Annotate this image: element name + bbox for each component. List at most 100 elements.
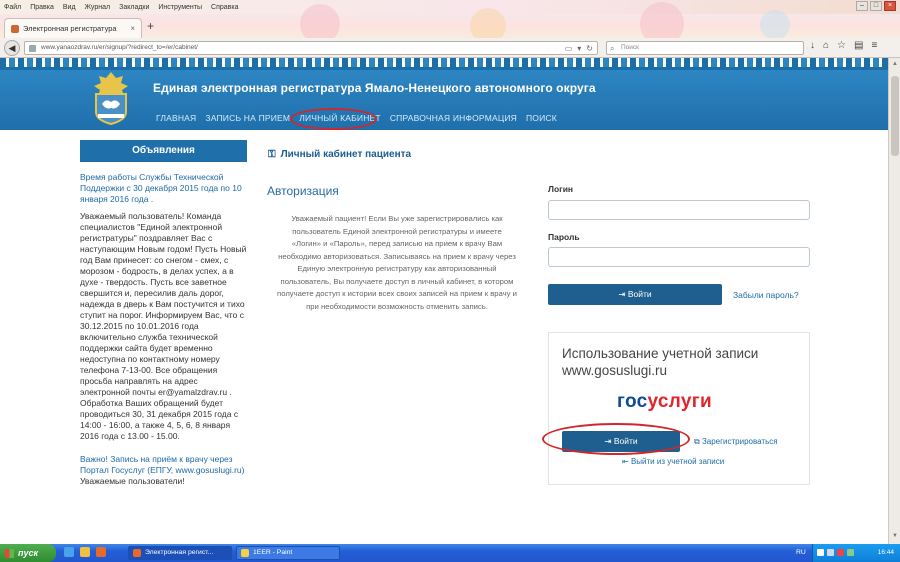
scroll-up-icon[interactable]: ▲ (891, 61, 899, 69)
external-link-icon: ⧉ (694, 437, 700, 446)
nav-appointment[interactable]: ЗАПИСЬ НА ПРИЕМ (205, 113, 290, 123)
password-field[interactable] (548, 247, 810, 267)
clock[interactable]: 16:44 (878, 544, 894, 562)
menu-hamburger-icon[interactable]: ≡ (871, 40, 877, 51)
menu-file[interactable]: Файл (4, 4, 21, 11)
url-text: www.yanaozdrav.ru/er/signup/?redirect_to… (41, 44, 198, 51)
menu-history[interactable]: Журнал (85, 4, 111, 11)
favicon-icon (11, 24, 19, 33)
start-button[interactable]: пуск (0, 544, 56, 562)
scroll-thumb[interactable] (891, 76, 899, 156)
logout-label: Выйти из учетной записи (630, 457, 725, 466)
bookmark-star-icon[interactable]: ☆ (837, 40, 846, 51)
page-title: ⚿ Личный кабинет пациента (268, 149, 411, 160)
paint-icon (241, 549, 249, 557)
tray-icons (817, 549, 854, 556)
tab-strip: Электронная регистратура × + (0, 2, 900, 46)
nav-home[interactable]: ГЛАВНАЯ (156, 113, 196, 123)
update-icon[interactable] (847, 549, 854, 556)
decor-circle (760, 10, 790, 40)
header-ornament (0, 58, 888, 70)
taskbar-label: Электронная регист... (145, 549, 214, 556)
forgot-password-link[interactable]: Забыли пароль? (733, 290, 799, 300)
volume-icon[interactable] (827, 549, 834, 556)
tab-title: Электронная регистратура (23, 24, 117, 33)
site-identity-icon[interactable] (29, 45, 36, 52)
announcement-text: Уважаемый пользователь! Команда специали… (80, 211, 247, 441)
taskbar-item-browser[interactable]: Электронная регист... (128, 546, 232, 560)
library-icon[interactable]: ▤ (854, 40, 863, 51)
login-button-label: Войти (627, 289, 652, 299)
download-icon[interactable]: ↓ (810, 40, 815, 51)
nav-search[interactable]: ПОИСК (526, 113, 557, 123)
search-placeholder: Поиск (621, 44, 640, 51)
menu-edit[interactable]: Правка (30, 4, 54, 11)
browser-menubar: Файл Правка Вид Журнал Закладки Инструме… (0, 0, 900, 14)
window-controls: – □ × (856, 1, 896, 11)
dropdown-icon[interactable]: ▾ (577, 43, 581, 55)
security-icon[interactable] (837, 549, 844, 556)
url-actions: ▭ ▾ ↻ (565, 43, 593, 55)
firefox-icon[interactable] (96, 547, 106, 557)
login-label: Логин (548, 184, 574, 194)
maximize-icon[interactable]: □ (870, 1, 882, 11)
site-title: Единая электронная регистратура Ямало-Не… (153, 81, 596, 95)
nav-reference[interactable]: СПРАВОЧНАЯ ИНФОРМАЦИЯ (390, 113, 517, 123)
announcement-title[interactable]: Важно! Запись на приём к врачу через Пор… (80, 454, 248, 476)
address-bar[interactable]: www.yanaozdrav.ru/er/signup/?redirect_to… (24, 41, 598, 55)
windows-taskbar: пуск Электронная регист... 1EER - Paint … (0, 544, 900, 562)
menu-view[interactable]: Вид (63, 4, 76, 11)
gosuslugi-panel: Использование учетной записи www.gosuslu… (548, 332, 810, 485)
gosuslugi-logo: госуслуги (617, 391, 712, 413)
gosuslugi-title: Использование учетной записи www.gosuslu… (562, 346, 759, 378)
browser-navbar: ◀ www.yanaozdrav.ru/er/signup/?redirect_… (0, 38, 900, 58)
logo-part-uslugi: услуги (647, 391, 712, 412)
page-title-text: Личный кабинет пациента (280, 149, 412, 160)
register-link[interactable]: ⧉ Зарегистрироваться (694, 437, 778, 447)
search-input[interactable]: ⌕ Поиск (606, 41, 804, 55)
coat-of-arms-icon[interactable] (88, 70, 134, 126)
minimize-icon[interactable]: – (856, 1, 868, 11)
folder-icon[interactable] (80, 547, 90, 557)
menu-help[interactable]: Справка (211, 4, 238, 11)
scroll-down-icon[interactable]: ▼ (891, 533, 899, 541)
new-tab-icon[interactable]: + (147, 19, 154, 33)
login-button[interactable]: ⇥ Войти (548, 284, 722, 305)
menu-tools[interactable]: Инструменты (158, 4, 202, 11)
quick-launch (64, 547, 106, 557)
close-icon[interactable]: × (884, 1, 896, 11)
tab-close-icon[interactable]: × (130, 24, 135, 33)
auth-heading: Авторизация (267, 184, 339, 198)
search-icon: ⌕ (610, 44, 615, 53)
announcements-heading: Объявления (80, 140, 247, 162)
network-icon[interactable] (817, 549, 824, 556)
highlight-oval (290, 108, 377, 130)
windows-logo-icon (5, 549, 14, 558)
register-label: Зарегистрироваться (701, 437, 778, 446)
reader-icon[interactable]: ▭ (565, 43, 573, 55)
announcement-title[interactable]: Время работы Службы Технической Поддержк… (80, 172, 248, 205)
auth-description: Уважаемый пациент! Если Вы уже зарегистр… (277, 214, 517, 311)
site-header: Единая электронная регистратура Ямало-Не… (0, 70, 888, 130)
reload-icon[interactable]: ↻ (586, 43, 593, 55)
system-tray: 16:44 (812, 544, 900, 562)
key-icon: ⚿ (268, 149, 276, 160)
password-label: Пароль (548, 232, 580, 242)
announcements-list: Время работы Службы Технической Поддержк… (80, 172, 248, 487)
taskbar-label: 1EER - Paint (253, 549, 293, 556)
firefox-icon (133, 549, 141, 557)
taskbar-item-paint[interactable]: 1EER - Paint (236, 546, 340, 560)
start-label: пуск (18, 548, 39, 558)
ie-icon[interactable] (64, 547, 74, 557)
language-indicator[interactable]: RU (796, 544, 806, 562)
logo-part-gos: гос (617, 391, 648, 412)
login-field[interactable] (548, 200, 810, 220)
menu-bookmarks[interactable]: Закладки (119, 4, 149, 11)
home-icon[interactable]: ⌂ (823, 40, 829, 51)
tab-active[interactable]: Электронная регистратура × (4, 18, 142, 38)
logout-icon: ⇤ (622, 457, 629, 466)
back-icon[interactable]: ◀ (4, 40, 20, 56)
page-scrollbar[interactable]: ▲ ▼ (888, 58, 900, 544)
highlight-oval (542, 423, 690, 455)
logout-link[interactable]: ⇤ Выйти из учетной записи (622, 457, 724, 466)
